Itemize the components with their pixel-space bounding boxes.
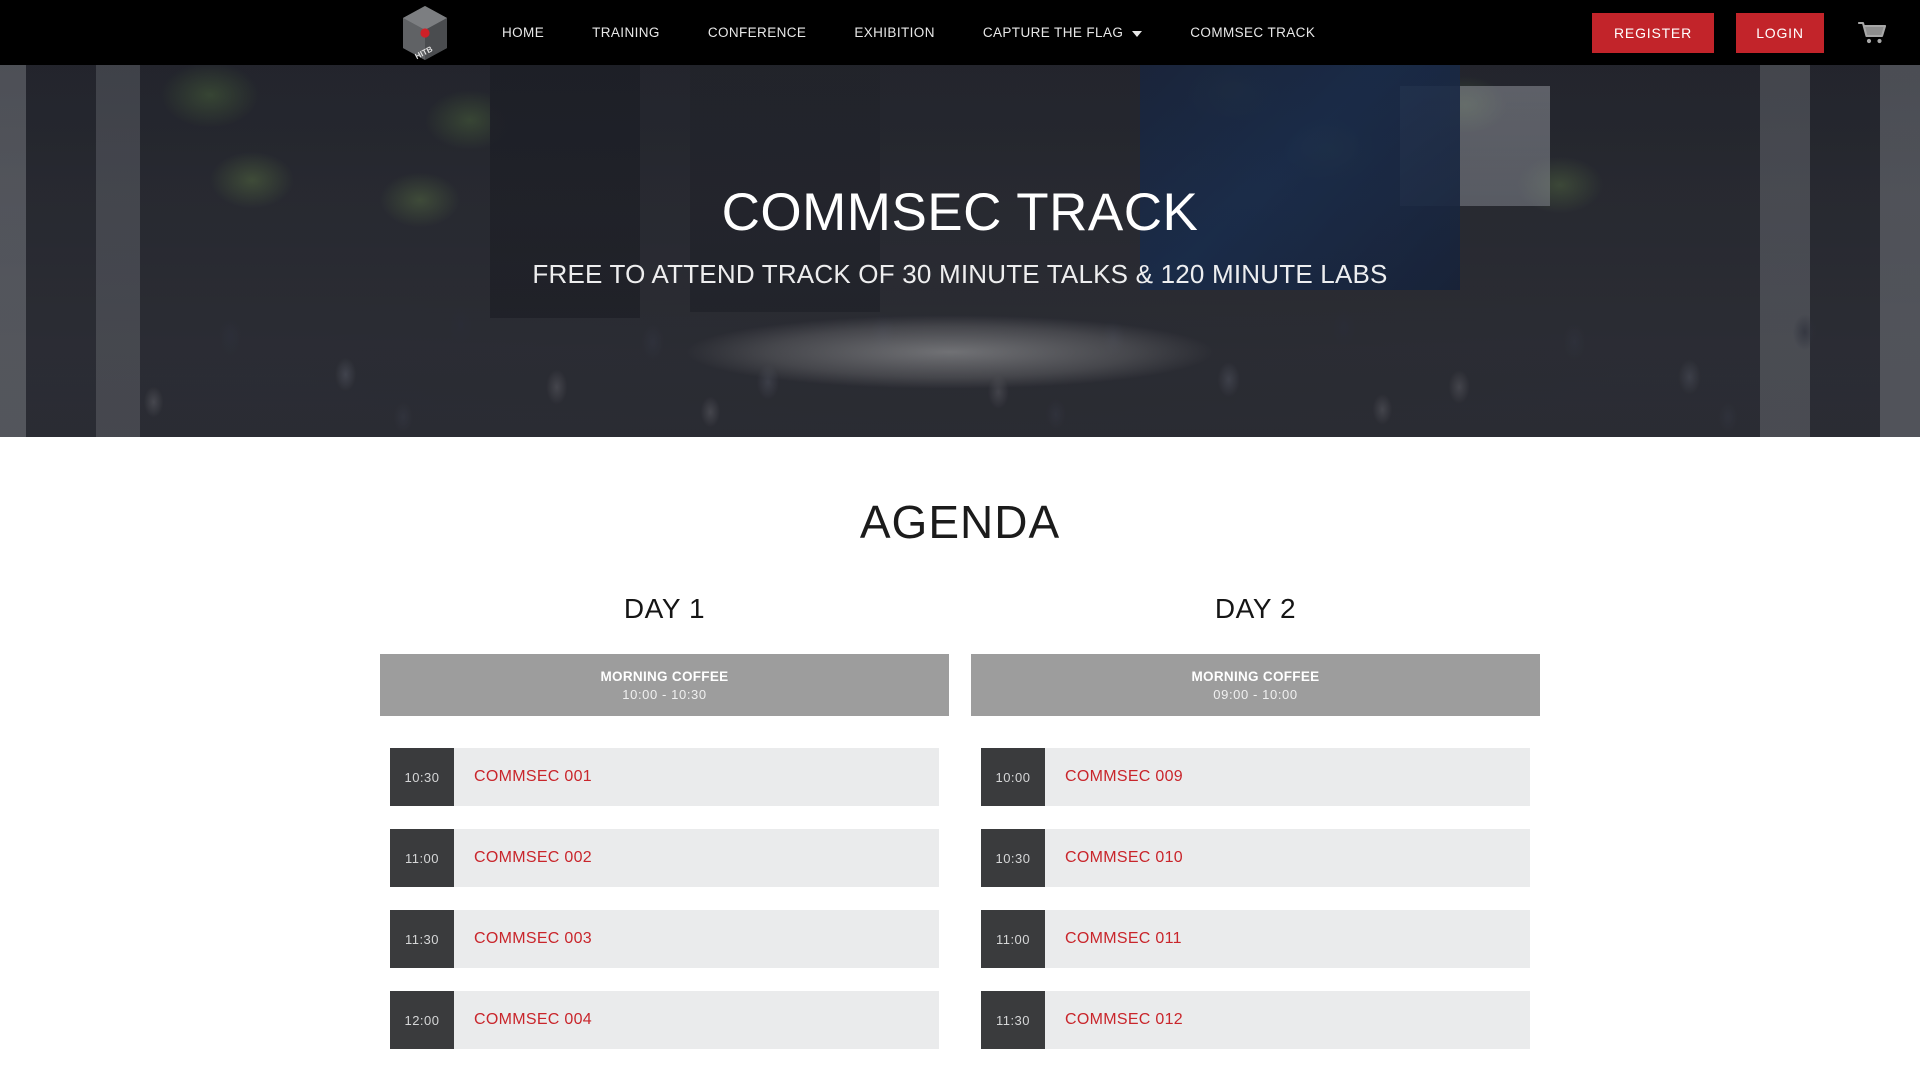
agenda-days-grid: DAY 1 MORNING COFFEE 10:00 - 10:30 10:30…: [380, 593, 1540, 1049]
session-body: COMMSEC 010: [1045, 829, 1530, 887]
session-body: COMMSEC 001: [454, 748, 939, 806]
nav-item-commsec-track[interactable]: COMMSEC TRACK: [1166, 0, 1339, 65]
session-row[interactable]: 10:30 COMMSEC 010: [981, 829, 1530, 887]
session-row[interactable]: 12:00 COMMSEC 004: [390, 991, 939, 1049]
session-time: 11:30: [390, 910, 454, 968]
nav-item-exhibition-label: EXHIBITION: [854, 25, 935, 40]
session-time: 10:00: [981, 748, 1045, 806]
cart-button[interactable]: [1824, 21, 1920, 45]
session-body: COMMSEC 002: [454, 829, 939, 887]
session-row[interactable]: 11:30 COMMSEC 012: [981, 991, 1530, 1049]
hero-banner: COMMSEC TRACK FREE TO ATTEND TRACK OF 30…: [0, 0, 1920, 437]
break-title-day2: MORNING COFFEE: [1191, 668, 1320, 684]
session-body: COMMSEC 012: [1045, 991, 1530, 1049]
day-heading-2: DAY 2: [1214, 593, 1297, 624]
session-time: 10:30: [981, 829, 1045, 887]
session-time: 12:00: [390, 991, 454, 1049]
agenda-day-column-1: DAY 1 MORNING COFFEE 10:00 - 10:30 10:30…: [380, 593, 949, 1049]
agenda-heading: AGENDA: [859, 496, 1061, 548]
break-block-day2: MORNING COFFEE 09:00 - 10:00: [971, 654, 1540, 716]
nav-item-home-label: HOME: [502, 25, 545, 40]
session-time: 11:30: [981, 991, 1045, 1049]
session-title[interactable]: COMMSEC 003: [474, 930, 592, 948]
session-row[interactable]: 10:00 COMMSEC 009: [981, 748, 1530, 806]
primary-nav-links: HOME TRAINING CONFERENCE EXHIBITION CAPT…: [478, 0, 1339, 65]
nav-item-capture-the-flag-label: CAPTURE THE FLAG: [982, 25, 1124, 40]
break-title-day1: MORNING COFFEE: [600, 668, 729, 684]
page-title: COMMSEC TRACK: [721, 183, 1199, 242]
nav-item-home[interactable]: HOME: [478, 0, 568, 65]
nav-item-training[interactable]: TRAINING: [568, 0, 684, 65]
session-time: 11:00: [981, 910, 1045, 968]
session-title[interactable]: COMMSEC 011: [1065, 930, 1182, 948]
break-time-day2: 09:00 - 10:00: [1213, 686, 1298, 702]
session-row[interactable]: 11:00 COMMSEC 011: [981, 910, 1530, 968]
register-button[interactable]: REGISTER: [1592, 12, 1714, 53]
page-subtitle: FREE TO ATTEND TRACK OF 30 MINUTE TALKS …: [532, 258, 1388, 289]
session-title[interactable]: COMMSEC 001: [474, 768, 592, 786]
day-heading-1: DAY 1: [623, 593, 706, 624]
agenda-section: AGENDA DAY 1 MORNING COFFEE 10:00 - 10:3…: [0, 437, 1920, 1049]
login-button[interactable]: LOGIN: [1736, 12, 1824, 53]
session-title[interactable]: COMMSEC 004: [474, 1011, 592, 1029]
session-body: COMMSEC 009: [1045, 748, 1530, 806]
shopping-cart-icon: [1858, 21, 1886, 43]
session-time: 10:30: [390, 748, 454, 806]
chevron-down-icon: [1132, 30, 1143, 37]
session-body: COMMSEC 011: [1045, 910, 1530, 968]
nav-action-buttons: REGISTER LOGIN: [1592, 0, 1920, 65]
break-block-day1: MORNING COFFEE 10:00 - 10:30: [380, 654, 949, 716]
nav-item-exhibition[interactable]: EXHIBITION: [830, 0, 959, 65]
hero-content: COMMSEC TRACK FREE TO ATTEND TRACK OF 30…: [0, 185, 1920, 290]
session-body: COMMSEC 004: [454, 991, 939, 1049]
hitb-cube-icon: HITB: [402, 5, 448, 61]
session-time: 11:00: [390, 829, 454, 887]
break-time-day1: 10:00 - 10:30: [622, 686, 707, 702]
nav-item-commsec-track-label: COMMSEC TRACK: [1190, 25, 1316, 40]
session-row[interactable]: 11:30 COMMSEC 003: [390, 910, 939, 968]
hitb-logo[interactable]: HITB: [394, 2, 456, 64]
session-title[interactable]: COMMSEC 002: [474, 849, 592, 867]
nav-item-training-label: TRAINING: [592, 25, 660, 40]
agenda-day-column-2: DAY 2 MORNING COFFEE 09:00 - 10:00 10:00…: [971, 593, 1540, 1049]
session-title[interactable]: COMMSEC 010: [1065, 849, 1183, 867]
top-navigation-bar: HITB HOME TRAINING CONFERENCE EXHIBITION…: [0, 0, 1920, 65]
nav-item-conference-label: CONFERENCE: [707, 25, 807, 40]
session-row[interactable]: 10:30 COMMSEC 001: [390, 748, 939, 806]
session-title[interactable]: COMMSEC 009: [1065, 768, 1183, 786]
session-title[interactable]: COMMSEC 012: [1065, 1011, 1183, 1029]
nav-item-capture-the-flag[interactable]: CAPTURE THE FLAG: [959, 0, 1166, 65]
nav-item-conference[interactable]: CONFERENCE: [684, 0, 831, 65]
session-row[interactable]: 11:00 COMMSEC 002: [390, 829, 939, 887]
session-body: COMMSEC 003: [454, 910, 939, 968]
